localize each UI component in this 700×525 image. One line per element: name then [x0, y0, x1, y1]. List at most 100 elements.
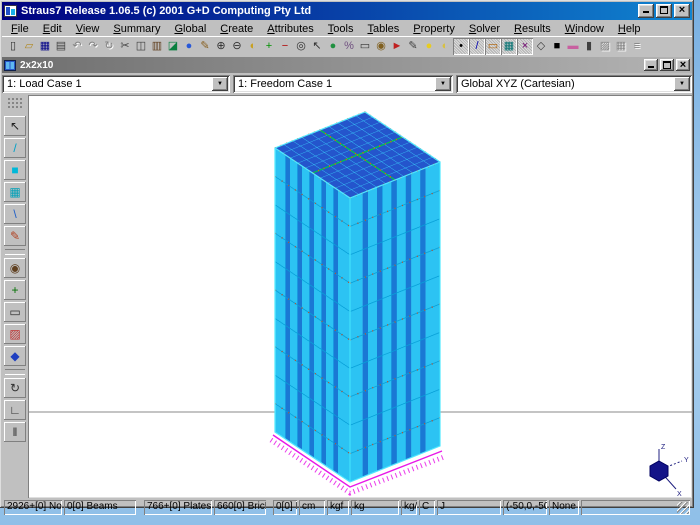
- menu-item-property[interactable]: Property: [406, 22, 462, 36]
- freedom-case-value: 1: Freedom Case 1: [233, 78, 435, 90]
- menu-item-create[interactable]: Create: [213, 22, 260, 36]
- maximize-icon: [660, 6, 668, 14]
- minimize-button[interactable]: [638, 4, 654, 18]
- view-eye-icon[interactable]: ◉: [373, 38, 389, 55]
- cursor-coordinates: (-50,0,-50): [503, 500, 547, 515]
- save-file-icon[interactable]: ▦: [37, 38, 53, 55]
- copy-icon[interactable]: ◫: [133, 38, 149, 55]
- light-on-icon[interactable]: ●: [421, 38, 437, 55]
- dynamic-view-icon[interactable]: ◐: [245, 38, 261, 55]
- menu-item-window[interactable]: Window: [558, 22, 611, 36]
- load-tool-icon[interactable]: ✎: [4, 226, 26, 246]
- marquee-tool-icon[interactable]: ▭: [4, 302, 26, 322]
- app-icon: [4, 5, 17, 17]
- model-minimize-button[interactable]: [644, 59, 658, 71]
- animation-icon[interactable]: ▮: [581, 38, 597, 55]
- chevron-down-icon[interactable]: ▼: [674, 77, 690, 91]
- scale-down-icon[interactable]: −: [277, 38, 293, 55]
- pointer-icon[interactable]: ↖: [309, 38, 325, 55]
- title-bar[interactable]: Straus7 Release 1.06.5 (c) 2001 G+D Comp…: [2, 2, 692, 20]
- model-window-title-bar[interactable]: 2x2x10 ×: [2, 57, 692, 73]
- results-file-icon[interactable]: ▬: [565, 38, 581, 55]
- left-face: [275, 148, 350, 482]
- model-window-title: 2x2x10: [20, 60, 644, 71]
- chevron-down-icon[interactable]: ▼: [435, 77, 451, 91]
- multiview-icon[interactable]: ≡: [629, 38, 645, 55]
- close-button[interactable]: ×: [674, 4, 690, 18]
- redraw-icon[interactable]: ►: [389, 38, 405, 55]
- edit-pencil-icon[interactable]: ✎: [405, 38, 421, 55]
- online-sphere-icon[interactable]: ●: [181, 38, 197, 55]
- globe-icon[interactable]: ●: [325, 38, 341, 55]
- contour-icon[interactable]: ■: [549, 38, 565, 55]
- corner-tool-icon[interactable]: ∟: [4, 400, 26, 420]
- link-tool-icon[interactable]: \: [4, 204, 26, 224]
- select-region-icon[interactable]: ◇: [533, 38, 549, 55]
- hide-tool-icon[interactable]: ◉: [4, 258, 26, 278]
- maximize-button[interactable]: [656, 4, 672, 18]
- menu-item-help[interactable]: Help: [611, 22, 648, 36]
- menu-item-solver[interactable]: Solver: [462, 22, 507, 36]
- resize-view-icon[interactable]: ▭: [357, 38, 373, 55]
- select-link-icon[interactable]: ×: [517, 38, 533, 55]
- beam-tool-icon[interactable]: /: [4, 138, 26, 158]
- brick-tool-icon[interactable]: ▦: [4, 182, 26, 202]
- toolbar-grip[interactable]: [7, 97, 23, 109]
- plate-tool-icon[interactable]: ■: [4, 160, 26, 180]
- menu-bar: File Edit View Summary Global Create Att…: [2, 21, 692, 36]
- cut-icon[interactable]: ✂: [117, 38, 133, 55]
- menu-item-global[interactable]: Global: [167, 22, 213, 36]
- wireframe-icon[interactable]: ▨: [597, 38, 613, 55]
- menu-item-summary[interactable]: Summary: [106, 22, 167, 36]
- toggle-preview-icon[interactable]: ◪: [165, 38, 181, 55]
- solid-view-icon[interactable]: ▦: [613, 38, 629, 55]
- light-half-icon[interactable]: ◐: [437, 38, 453, 55]
- print-icon[interactable]: ▤: [53, 38, 69, 55]
- load-case-select[interactable]: 1: Load Case 1 ▼: [2, 75, 230, 93]
- undo-icon[interactable]: ↶: [69, 38, 85, 55]
- coord-system-select[interactable]: Global XYZ (Cartesian) ▼: [456, 75, 692, 93]
- menu-item-file[interactable]: File: [4, 22, 36, 36]
- zoom-out-icon[interactable]: ⊖: [229, 38, 245, 55]
- model-viewport[interactable]: Z Y X: [28, 95, 692, 498]
- resize-grip[interactable]: [677, 502, 689, 514]
- desktop: { "window": { "title": "Straus7 Release …: [0, 0, 700, 525]
- bricks-count: 660[0] Bricks: [214, 500, 266, 515]
- menu-item-edit[interactable]: Edit: [36, 22, 69, 36]
- select-brick-icon[interactable]: ▦: [501, 38, 517, 55]
- section-tool-icon[interactable]: ‖: [4, 422, 26, 442]
- open-file-icon[interactable]: ▱: [21, 38, 37, 55]
- repeat-icon[interactable]: ↻: [101, 38, 117, 55]
- node-tool-icon[interactable]: ◆: [4, 346, 26, 366]
- freedom-case-select[interactable]: 1: Freedom Case 1 ▼: [233, 75, 453, 93]
- paste-icon[interactable]: ▥: [149, 38, 165, 55]
- menu-item-view[interactable]: View: [69, 22, 107, 36]
- select-beam-icon[interactable]: /: [469, 38, 485, 55]
- menu-item-attributes[interactable]: Attributes: [260, 22, 320, 36]
- beams-count: 0[0] Beams: [64, 500, 136, 515]
- erase-tool-icon[interactable]: ▨: [4, 324, 26, 344]
- entity-percent-icon[interactable]: %: [341, 38, 357, 55]
- scale-up-icon[interactable]: +: [261, 38, 277, 55]
- zoom-all-icon[interactable]: ◎: [293, 38, 309, 55]
- status-filler: [581, 500, 690, 515]
- window-title: Straus7 Release 1.06.5 (c) 2001 G+D Comp…: [21, 5, 638, 17]
- model-restore-button[interactable]: [660, 59, 674, 71]
- menu-item-tools[interactable]: Tools: [321, 22, 361, 36]
- redo-icon[interactable]: ↷: [85, 38, 101, 55]
- model-close-button[interactable]: ×: [676, 59, 690, 71]
- rotate-tool-icon[interactable]: ↻: [4, 378, 26, 398]
- menu-item-results[interactable]: Results: [507, 22, 558, 36]
- main-toolbar: ▯ ▱ ▦ ▤ ↶ ↷: [2, 36, 692, 55]
- chevron-down-icon[interactable]: ▼: [212, 77, 228, 91]
- model-canvas[interactable]: Z Y X: [29, 96, 693, 497]
- draw-pencil-icon[interactable]: ✎: [197, 38, 213, 55]
- new-file-icon[interactable]: ▯: [5, 38, 21, 55]
- main-window: Straus7 Release 1.06.5 (c) 2001 G+D Comp…: [0, 0, 694, 508]
- select-plate-icon[interactable]: ▭: [485, 38, 501, 55]
- add-tool-icon[interactable]: +: [4, 280, 26, 300]
- menu-item-tables[interactable]: Tables: [360, 22, 406, 36]
- zoom-in-icon[interactable]: ⊕: [213, 38, 229, 55]
- pointer-tool-icon[interactable]: ↖: [4, 116, 26, 136]
- select-node-icon[interactable]: •: [453, 38, 469, 55]
